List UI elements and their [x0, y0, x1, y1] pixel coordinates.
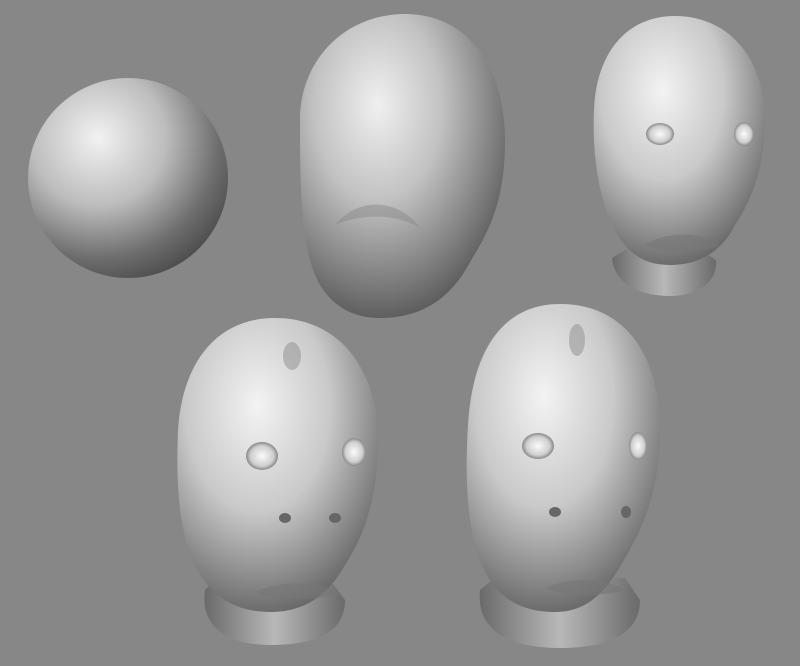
nostril-icon: [549, 507, 561, 517]
detailed-head-stage: [177, 318, 378, 645]
eye-icon: [246, 442, 278, 470]
egg-stage: [300, 14, 505, 318]
nostril-icon: [279, 513, 291, 523]
eye-icon: [646, 123, 674, 145]
nostril-icon: [621, 506, 631, 518]
final-head-stage: [466, 304, 660, 648]
eye-icon: [342, 438, 366, 466]
sphere-stage: [28, 78, 228, 278]
rough-head-stage: [593, 16, 765, 296]
eye-icon: [734, 122, 754, 146]
sculpt-progression-scene: [28, 14, 765, 648]
eye-icon: [522, 433, 554, 459]
nostril-icon: [329, 513, 341, 523]
eye-icon: [629, 432, 647, 460]
